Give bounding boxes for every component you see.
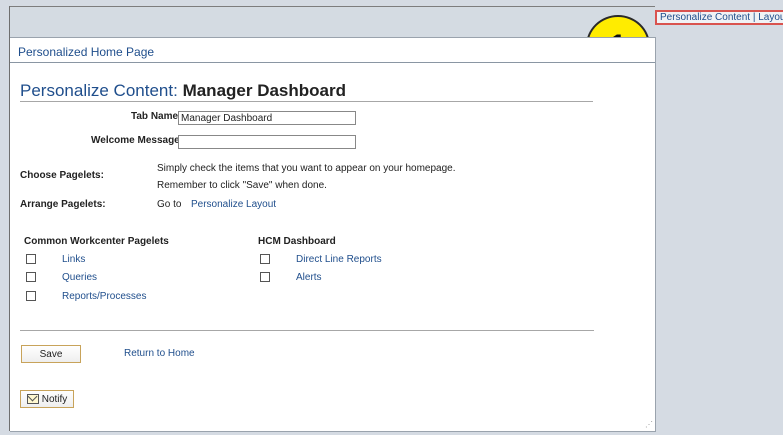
return-to-home-link[interactable]: Return to Home xyxy=(124,348,195,359)
alerts-checkbox[interactable] xyxy=(260,272,270,282)
links-checkbox[interactable] xyxy=(26,254,36,264)
notify-label: Notify xyxy=(41,393,68,405)
top-header-bar xyxy=(10,6,655,37)
page-title-prefix: Personalize Content: xyxy=(20,81,178,100)
section-divider xyxy=(20,330,594,331)
layout-link[interactable]: Layout xyxy=(758,12,783,23)
reports-processes-label[interactable]: Reports/Processes xyxy=(62,291,146,302)
main-panel: Personalized Home Page Personalize Conte… xyxy=(10,37,656,432)
link-separator: | xyxy=(752,12,756,23)
page-title-name: Manager Dashboard xyxy=(182,81,346,100)
title-divider xyxy=(20,101,593,102)
hcm-dashboard-heading: HCM Dashboard xyxy=(258,236,336,247)
mail-icon xyxy=(26,394,39,404)
choose-pagelets-label: Choose Pagelets: xyxy=(20,170,104,181)
queries-label[interactable]: Queries xyxy=(62,272,97,283)
direct-line-reports-label[interactable]: Direct Line Reports xyxy=(296,254,382,265)
go-to-text: Go to xyxy=(157,199,182,210)
tab-name-input[interactable] xyxy=(178,111,356,125)
arrange-pagelets-label: Arrange Pagelets: xyxy=(20,199,106,210)
links-label[interactable]: Links xyxy=(62,254,85,265)
page-title: Personalize Content: Manager Dashboard xyxy=(20,81,346,101)
notify-button[interactable]: Notify xyxy=(20,390,74,408)
choose-instructions-line2: Remember to click "Save" when done. xyxy=(157,180,327,191)
reports-processes-checkbox[interactable] xyxy=(26,291,36,301)
alerts-label[interactable]: Alerts xyxy=(296,272,322,283)
personalize-links-highlight: Personalize Content | Layout xyxy=(655,10,783,25)
queries-checkbox[interactable] xyxy=(26,272,36,282)
choose-instructions-line1: Simply check the items that you want to … xyxy=(157,163,456,174)
welcome-message-label: Welcome Message xyxy=(91,135,180,146)
personalize-content-link[interactable]: Personalize Content xyxy=(660,12,750,23)
common-pagelets-heading: Common Workcenter Pagelets xyxy=(24,236,169,247)
resize-grip-icon[interactable]: ⋰ xyxy=(645,421,653,429)
save-button[interactable]: Save xyxy=(21,345,81,363)
personalize-layout-link[interactable]: Personalize Layout xyxy=(191,199,276,210)
home-page-title: Personalized Home Page xyxy=(18,45,155,59)
direct-line-reports-checkbox[interactable] xyxy=(260,254,270,264)
tab-name-label: Tab Name xyxy=(131,111,179,122)
welcome-message-input[interactable] xyxy=(178,135,356,149)
header-divider xyxy=(10,62,655,63)
